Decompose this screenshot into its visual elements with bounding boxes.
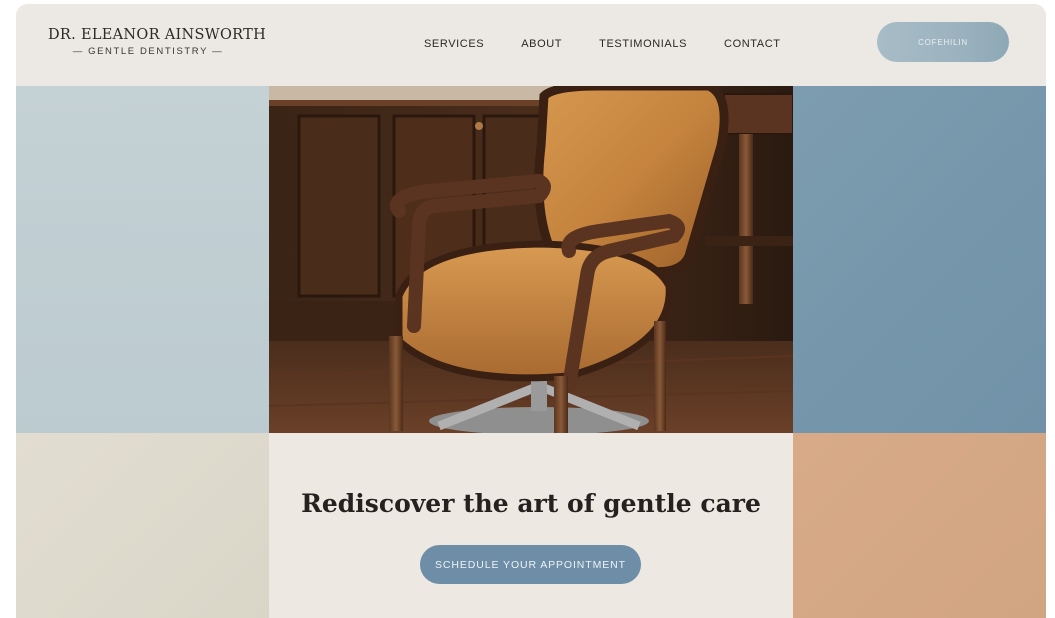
nav-item-testimonials[interactable]: TESTIMONIALS — [599, 38, 687, 50]
nav-item-contact[interactable]: CONTACT — [724, 38, 781, 50]
color-panel-light-blue — [16, 86, 269, 433]
color-panel-peach — [793, 433, 1046, 618]
hero-image — [269, 86, 793, 433]
schedule-appointment-button[interactable]: SCHEDULE YOUR APPOINTMENT — [420, 545, 641, 584]
color-panel-cream — [16, 433, 269, 618]
site-header: DR. ELEANOR AINSWORTH — GENTLE DENTISTRY… — [16, 4, 1046, 86]
page: DR. ELEANOR AINSWORTH — GENTLE DENTISTRY… — [16, 4, 1046, 618]
nav-item-services[interactable]: SERVICES — [424, 38, 484, 50]
brand-tagline: — GENTLE DENTISTRY — — [72, 46, 224, 57]
color-panel-slate-blue — [793, 86, 1046, 433]
brand-logo[interactable]: DR. ELEANOR AINSWORTH — GENTLE DENTISTRY… — [48, 27, 267, 57]
nav-item-about[interactable]: ABOUT — [521, 38, 562, 50]
armchair-illustration — [269, 86, 793, 433]
brand-name: DR. ELEANOR AINSWORTH — [48, 27, 267, 43]
hero-headline: Rediscover the art of gentle care — [301, 489, 761, 518]
header-cta-button[interactable]: COFEHILIN — [877, 22, 1009, 62]
hero-cta-section: Rediscover the art of gentle care SCHEDU… — [269, 433, 793, 618]
main-nav: SERVICES ABOUT TESTIMONIALS CONTACT — [424, 38, 818, 50]
